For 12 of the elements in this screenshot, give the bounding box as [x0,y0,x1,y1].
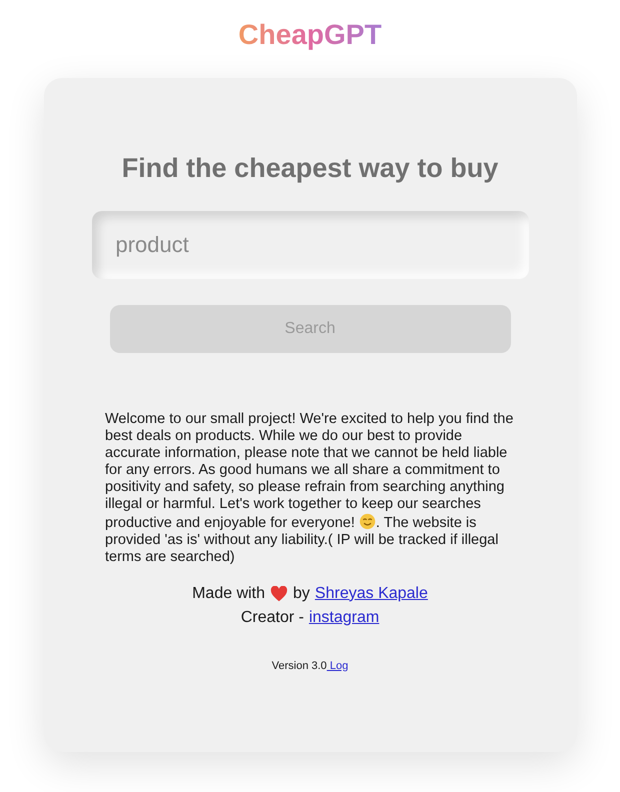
smiley-icon [358,512,376,530]
instagram-link[interactable]: instagram [308,606,380,630]
search-field[interactable]: product [92,210,528,278]
heading: Find the cheapest way to buy [122,152,498,185]
version-label: Version 3.0 [272,658,327,674]
heart-icon [270,586,288,602]
welcome-paragraph: Welcome to our small project! We're excited to help you find the best deals on products. While we do our best to provide accurate information, please note that we cannot be held liable for any errors. As good humans we all share a commitment to positivity and safety, so please refrain from searching anything illegal or harmful. Let's work together to keep our searches productive and enjoyable for everyone! . The website is provided 'as is' without any liability.( IP will be tracked if illegal terms are searched) [105,410,514,566]
credit-text: Made with [192,584,266,604]
log-link[interactable]: Log [326,658,348,674]
credit-text: by [293,584,310,604]
author-link[interactable]: Shreyas Kapale [314,582,428,606]
creator-label: Creator - [240,608,304,628]
